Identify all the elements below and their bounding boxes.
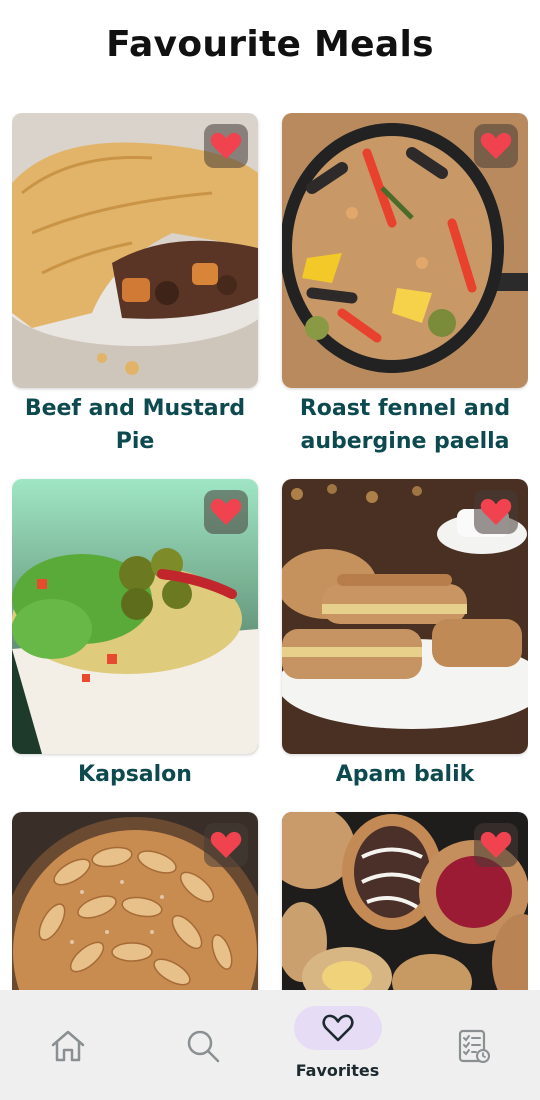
heart-icon [210, 132, 242, 159]
meal-title[interactable]: Apam balik [282, 758, 528, 791]
meal-card[interactable] [282, 812, 528, 990]
heart-icon [210, 498, 242, 525]
search-icon [187, 1030, 219, 1063]
meal-photo[interactable] [12, 812, 258, 990]
nav-favorites[interactable]: Favorites [270, 990, 405, 1100]
meal-title[interactable]: Kapsalon [12, 758, 258, 791]
nav-checklist[interactable] [405, 990, 540, 1100]
heart-icon [480, 132, 512, 159]
meal-title[interactable]: Roast fennel and aubergine paella [282, 392, 528, 458]
meal-title[interactable]: Beef and Mustard Pie [12, 392, 258, 458]
checklist-icon [458, 1029, 490, 1063]
nav-search[interactable] [135, 990, 270, 1100]
heart-icon [210, 831, 242, 858]
favorite-button[interactable] [474, 124, 518, 168]
meal-card[interactable]: Roast fennel and aubergine paella [282, 113, 528, 458]
favorite-button[interactable] [474, 490, 518, 534]
meal-card[interactable]: Apam balik [282, 479, 528, 791]
favorite-button[interactable] [204, 490, 248, 534]
meal-photo[interactable] [282, 113, 528, 388]
home-icon [51, 1030, 84, 1062]
meal-card[interactable]: Kapsalon [12, 479, 258, 791]
meal-photo[interactable] [12, 479, 258, 754]
meal-photo[interactable] [282, 812, 528, 990]
heart-outline-icon [322, 1014, 353, 1042]
nav-home[interactable] [0, 990, 135, 1100]
meals-grid: Beef and Mustard Pie Roast fennel and au… [12, 113, 528, 990]
nav-favorites-label: Favorites [295, 1061, 380, 1080]
favorite-button[interactable] [474, 823, 518, 867]
favorite-button[interactable] [204, 124, 248, 168]
active-indicator [293, 1006, 382, 1050]
meal-photo[interactable] [282, 479, 528, 754]
bottom-nav: Favorites [0, 990, 540, 1100]
heart-icon [480, 498, 512, 525]
meal-card[interactable]: Beef and Mustard Pie [12, 113, 258, 458]
page-title: Favourite Meals [106, 24, 434, 65]
meal-photo[interactable] [12, 113, 258, 388]
favorite-button[interactable] [204, 823, 248, 867]
heart-icon [480, 831, 512, 858]
meal-card[interactable] [12, 812, 258, 990]
